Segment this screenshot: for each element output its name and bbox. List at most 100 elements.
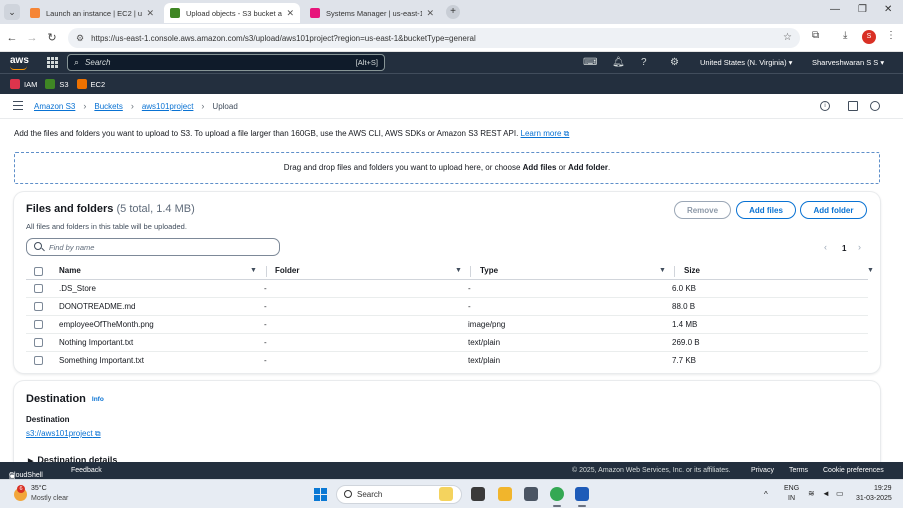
privacy-link[interactable]: Privacy [751, 467, 774, 474]
settings-gear-icon[interactable]: ⚙ [670, 57, 679, 68]
task-view-icon[interactable] [471, 487, 485, 501]
column-size[interactable]: Size [684, 266, 700, 275]
add-files-button[interactable]: Add files [736, 201, 796, 219]
aws-top-nav: aws ⌕ Search [Alt+S] ⌨ 🔔︎ ? ⚙ United Sta… [0, 52, 903, 73]
volume-icon[interactable]: ◄ [822, 489, 830, 498]
notifications-bell-icon[interactable]: 🔔︎ [612, 57, 625, 68]
close-tab-icon[interactable]: ✕ [146, 8, 154, 19]
column-folder[interactable]: Folder [275, 266, 299, 275]
cookie-preferences-link[interactable]: Cookie preferences [823, 467, 884, 474]
destination-info-link[interactable]: Info [92, 396, 104, 403]
sort-caret-icon[interactable]: ▼ [659, 267, 666, 274]
terms-link[interactable]: Terms [789, 467, 808, 474]
drop-zone[interactable]: Drag and drop files and folders you want… [14, 152, 880, 184]
back-icon[interactable]: ← [4, 32, 20, 44]
breadcrumb-amazon-s3[interactable]: Amazon S3 [34, 102, 75, 111]
close-tab-icon[interactable]: ✕ [286, 8, 294, 19]
column-name[interactable]: Name [59, 266, 81, 275]
close-window-icon[interactable]: ✕ [884, 4, 892, 15]
sort-caret-icon[interactable]: ▼ [867, 267, 874, 274]
services-grid-icon[interactable] [47, 57, 58, 68]
app-icon[interactable] [524, 487, 538, 501]
file-explorer-icon[interactable] [498, 487, 512, 501]
files-and-folders-panel: Files and folders (5 total, 1.4 MB) All … [14, 192, 880, 373]
row-checkbox[interactable] [34, 338, 43, 347]
feedback-link[interactable]: Feedback [71, 467, 102, 474]
locale-indicator: IN [788, 495, 795, 502]
table-row[interactable]: Nothing Important.txt - text/plain 269.0… [26, 334, 868, 352]
clock-icon[interactable] [870, 101, 880, 111]
table-header: Name ▼ Folder ▼ Type ▼ Size ▼ [26, 264, 874, 280]
new-tab-button[interactable]: + [446, 5, 460, 19]
table-row[interactable]: employeeOfTheMonth.png - image/png 1.4 M… [26, 316, 868, 334]
word-icon[interactable] [575, 487, 589, 507]
sort-caret-icon[interactable]: ▼ [250, 267, 257, 274]
url-text: https://us-east-1.console.aws.amazon.com… [91, 33, 476, 43]
row-checkbox[interactable] [34, 356, 43, 365]
chrome-icon[interactable] [550, 487, 564, 507]
extensions-icon[interactable]: ⧉ [812, 30, 819, 41]
chevron-right-icon: › [130, 101, 134, 111]
minimize-icon[interactable]: — [830, 4, 840, 15]
address-bar[interactable]: ⚙ https://us-east-1.console.aws.amazon.c… [68, 28, 800, 48]
windows-start-icon[interactable] [314, 488, 327, 501]
bookmark-star-icon[interactable]: ☆ [783, 32, 792, 43]
battery-icon[interactable]: ▭ [836, 489, 844, 498]
info-icon[interactable]: i [820, 101, 830, 111]
browser-menu-icon[interactable]: ⋮ [886, 30, 896, 41]
favorite-ec2[interactable]: EC2 [76, 79, 105, 89]
help-icon[interactable]: ? [641, 57, 647, 68]
clock-date[interactable]: 31-03-2025 [856, 495, 892, 502]
breadcrumb-bucket[interactable]: aws101project [142, 102, 194, 111]
browser-tab-ec2[interactable]: Launch an instance | EC2 | us-e ✕ [24, 3, 160, 23]
cloudshell-icon[interactable]: ⌨ [583, 57, 597, 68]
account-menu[interactable]: Sharveshwaran S S ▾ [812, 58, 884, 67]
next-page-icon[interactable]: › [858, 242, 861, 252]
table-row[interactable]: .DS_Store - - 6.0 KB [26, 280, 868, 298]
row-checkbox[interactable] [34, 284, 43, 293]
browser-tab-s3-upload[interactable]: Upload objects - S3 bucket aws ✕ [164, 3, 300, 23]
aws-search-input[interactable]: ⌕ Search [Alt+S] [67, 54, 385, 71]
table-row[interactable]: Something Important.txt - text/plain 7.7… [26, 352, 868, 370]
row-checkbox[interactable] [34, 302, 43, 311]
favorite-iam[interactable]: IAM [10, 79, 37, 89]
learn-more-link[interactable]: Learn more ⧉ [521, 129, 570, 138]
profile-avatar[interactable]: S [862, 30, 876, 44]
files-panel-title: Files and folders (5 total, 1.4 MB) [26, 203, 195, 215]
aws-logo[interactable]: aws [10, 55, 29, 70]
menu-hamburger-icon[interactable] [13, 101, 23, 110]
panel-icon[interactable] [848, 101, 858, 111]
download-icon[interactable]: ⤓ [843, 30, 847, 41]
table-row[interactable]: DONOTREADME.md - - 88.0 B [26, 298, 868, 316]
tray-chevron-up-icon[interactable]: ^ [764, 490, 768, 499]
s3-favicon-icon [170, 8, 180, 18]
destination-panel: Destination Info Destination s3://aws101p… [14, 381, 880, 471]
site-info-icon[interactable]: ⚙ [76, 33, 84, 44]
tab-search-chevron-icon[interactable]: ⌄ [4, 4, 20, 20]
reload-icon[interactable]: ↻ [44, 31, 60, 44]
find-by-name-input[interactable]: Find by name [26, 238, 280, 256]
select-all-checkbox[interactable] [34, 267, 43, 276]
restore-icon[interactable]: ❐ [858, 4, 867, 15]
prev-page-icon[interactable]: ‹ [824, 242, 827, 252]
browser-tab-systems-manager[interactable]: Systems Manager | us-east-1 ✕ [304, 3, 440, 23]
add-folder-button[interactable]: Add folder [800, 201, 867, 219]
remove-button[interactable]: Remove [674, 201, 731, 219]
clock-time[interactable]: 19:29 [874, 485, 892, 492]
wifi-icon[interactable]: ≋ [808, 489, 815, 498]
row-checkbox[interactable] [34, 320, 43, 329]
breadcrumb: Amazon S3 › Buckets › aws101project › Up… [34, 101, 238, 111]
column-type[interactable]: Type [480, 266, 498, 275]
weather-widget[interactable]: 6 [12, 485, 30, 503]
sort-caret-icon[interactable]: ▼ [455, 267, 462, 274]
close-tab-icon[interactable]: ✕ [426, 8, 434, 19]
region-selector[interactable]: United States (N. Virginia) ▾ [700, 58, 792, 67]
favorite-s3[interactable]: S3 [45, 79, 69, 89]
breadcrumb-buckets[interactable]: Buckets [94, 102, 122, 111]
language-indicator[interactable]: ENG [784, 485, 799, 492]
destination-bucket-link[interactable]: s3://aws101project ⧉ [26, 429, 101, 439]
forward-icon[interactable]: → [24, 32, 40, 44]
windows-taskbar: 6 35°C Mostly clear Search ^ ENG IN ≋ ◄ … [0, 479, 903, 508]
page-number[interactable]: 1 [842, 244, 846, 253]
widgets-icon[interactable] [439, 487, 453, 501]
